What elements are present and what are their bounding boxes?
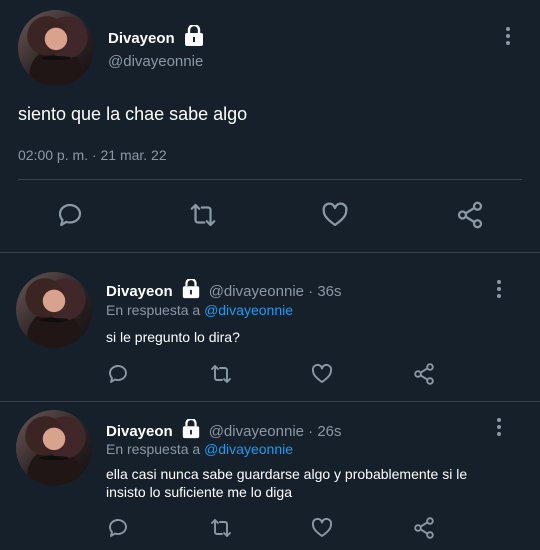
divider bbox=[18, 179, 522, 180]
retweet-icon[interactable] bbox=[188, 200, 218, 230]
display-name[interactable]: Divayeon bbox=[108, 30, 175, 47]
lock-icon bbox=[181, 277, 201, 304]
handle-and-time[interactable]: @divayeonnie · 26s bbox=[209, 423, 342, 440]
reply-context: En respuesta a @divayeonnie bbox=[106, 302, 293, 318]
tweet-text: siento que la chae sabe algo bbox=[18, 104, 248, 124]
avatar[interactable] bbox=[18, 10, 94, 86]
tweet-text: si le pregunto lo dira? bbox=[106, 329, 240, 345]
timestamp[interactable]: 02:00 p. m. · 21 mar. 22 bbox=[18, 147, 167, 163]
reply-prefix: En respuesta a bbox=[106, 441, 201, 457]
like-icon[interactable] bbox=[310, 516, 334, 540]
like-icon[interactable] bbox=[310, 362, 334, 386]
reply-icon[interactable] bbox=[55, 200, 85, 230]
reply-to-link[interactable]: @divayeonnie bbox=[204, 441, 293, 457]
reply-icon[interactable] bbox=[106, 362, 130, 386]
divider bbox=[0, 401, 540, 402]
tweet-text: ella casi nunca sabe guardarse algo y pr… bbox=[106, 466, 468, 500]
avatar[interactable] bbox=[16, 410, 92, 486]
retweet-icon[interactable] bbox=[208, 516, 234, 540]
reply-prefix: En respuesta a bbox=[106, 302, 201, 318]
retweet-icon[interactable] bbox=[208, 362, 234, 386]
more-options-icon[interactable] bbox=[505, 27, 511, 45]
more-options-icon[interactable] bbox=[496, 418, 502, 436]
reply-icon[interactable] bbox=[106, 516, 130, 540]
handle-and-time[interactable]: @divayeonnie · 36s bbox=[209, 283, 342, 300]
display-name[interactable]: Divayeon bbox=[106, 423, 173, 440]
handle[interactable]: @divayeonnie bbox=[108, 53, 203, 70]
more-options-icon[interactable] bbox=[496, 280, 502, 298]
reply-to-link[interactable]: @divayeonnie bbox=[204, 302, 293, 318]
avatar[interactable] bbox=[16, 272, 92, 348]
reply-context: En respuesta a @divayeonnie bbox=[106, 441, 293, 457]
share-icon[interactable] bbox=[412, 516, 436, 540]
display-name[interactable]: Divayeon bbox=[106, 283, 173, 300]
share-icon[interactable] bbox=[455, 200, 485, 230]
like-icon[interactable] bbox=[320, 200, 350, 230]
share-icon[interactable] bbox=[412, 362, 436, 386]
lock-icon bbox=[183, 23, 205, 52]
divider bbox=[0, 252, 540, 253]
